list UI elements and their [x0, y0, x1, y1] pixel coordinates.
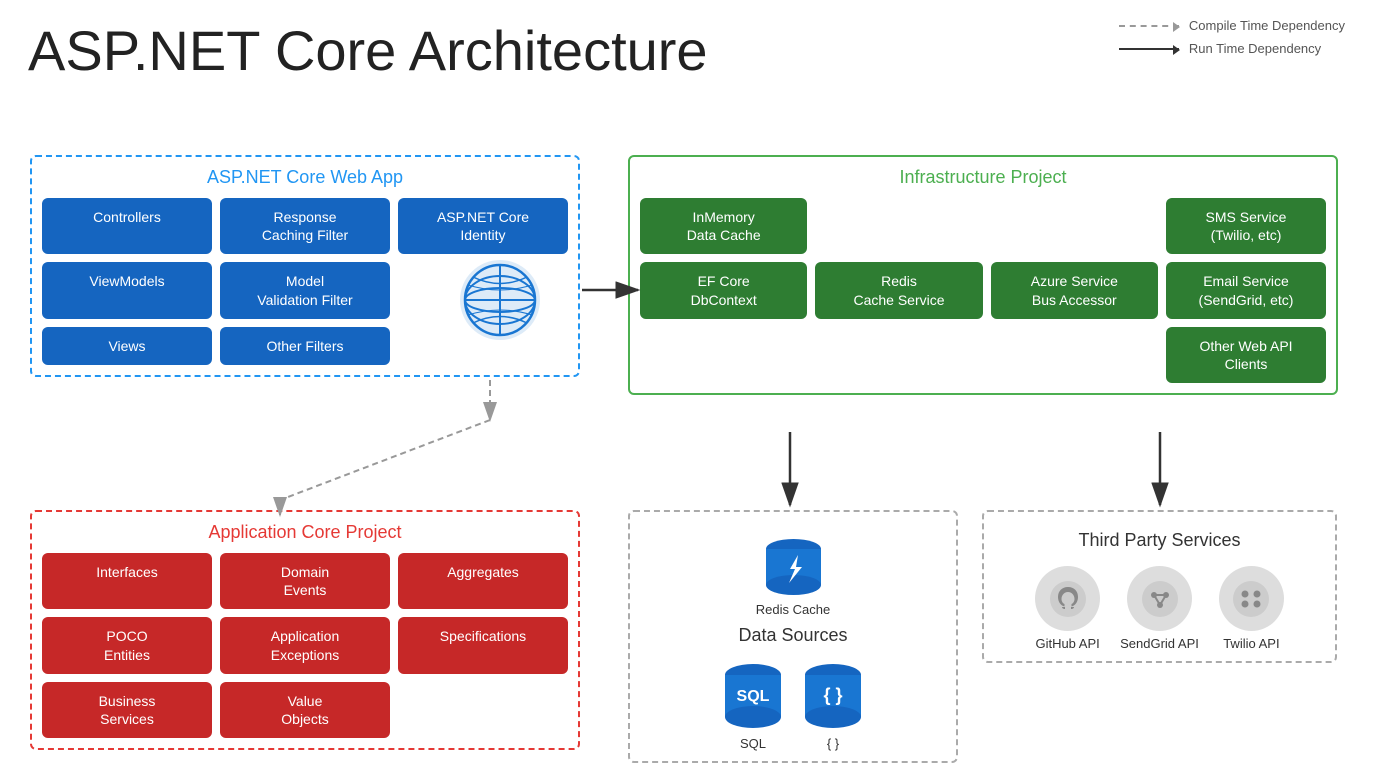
domain-events-box: DomainEvents: [220, 553, 390, 609]
twilio-icon: [1219, 566, 1284, 631]
other-filters-box: Other Filters: [220, 327, 390, 365]
twilio-label: Twilio API: [1223, 636, 1279, 651]
business-services-box: BusinessServices: [42, 682, 212, 738]
datasources-section: Redis Cache Data Sources SQL SQL { } { }: [628, 510, 958, 763]
appcore-section-label: Application Core Project: [42, 522, 568, 543]
views-box: Views: [42, 327, 212, 365]
infra-right: SMS Service(Twilio, etc) Email Service(S…: [1166, 198, 1326, 383]
github-label: GitHub API: [1035, 636, 1099, 651]
sendgrid-icon: [1127, 566, 1192, 631]
thirdparty-section: Third Party Services GitHub API: [982, 510, 1337, 663]
redis-label: Redis Cache: [756, 602, 830, 617]
datasources-label: Data Sources: [640, 625, 946, 646]
infra-section-label: Infrastructure Project: [640, 167, 1326, 188]
page-title: ASP.NET Core Architecture: [28, 18, 708, 83]
sendgrid-item: SendGrid API: [1120, 566, 1199, 651]
other-webapi-box: Other Web APIClients: [1166, 327, 1326, 383]
infra-bottom-row: EF CoreDbContext RedisCache Service Azur…: [640, 262, 1158, 318]
aspnet-globe-area: [455, 255, 545, 350]
app-exceptions-box: ApplicationExceptions: [220, 617, 390, 673]
inmemory-cache-box: InMemoryData Cache: [640, 198, 807, 254]
datasource-icons: SQL SQL { } { }: [640, 661, 946, 751]
redis-icon-area: Redis Cache: [640, 537, 946, 617]
github-icon: [1035, 566, 1100, 631]
sendgrid-label: SendGrid API: [1120, 636, 1199, 651]
aggregates-box: Aggregates: [398, 553, 568, 609]
solid-arrow-icon: [1119, 48, 1179, 50]
json-label: { }: [827, 736, 839, 751]
thirdparty-icons: GitHub API SendGrid API: [994, 566, 1325, 651]
json-db-item: { } { }: [803, 661, 863, 751]
github-item: GitHub API: [1035, 566, 1100, 651]
specifications-box: Specifications: [398, 617, 568, 673]
sql-cylinder-icon: SQL: [723, 661, 783, 731]
efcore-box: EF CoreDbContext: [640, 262, 807, 318]
json-cylinder-icon: { }: [803, 661, 863, 731]
controllers-box: Controllers: [42, 198, 212, 254]
aspnet-identity-box: ASP.NET CoreIdentity: [398, 198, 568, 254]
appcore-section: Application Core Project Interfaces Doma…: [30, 510, 580, 750]
infra-left: InMemoryData Cache EF CoreDbContext Redi…: [640, 198, 1158, 383]
runtime-label: Run Time Dependency: [1189, 41, 1321, 56]
dashed-arrow-icon: [1119, 25, 1179, 27]
runtime-legend-item: Run Time Dependency: [1119, 41, 1345, 56]
svg-text:{ }: { }: [823, 685, 842, 705]
infra-top-row: InMemoryData Cache: [640, 198, 1158, 254]
azure-service-bus-box: Azure ServiceBus Accessor: [991, 262, 1158, 318]
email-service-box: Email Service(SendGrid, etc): [1166, 262, 1326, 318]
value-objects-box: ValueObjects: [220, 682, 390, 738]
compile-label: Compile Time Dependency: [1189, 18, 1345, 33]
aspnet-globe-icon: [455, 255, 545, 345]
svg-text:SQL: SQL: [737, 688, 770, 705]
infra-layout: InMemoryData Cache EF CoreDbContext Redi…: [640, 198, 1326, 383]
infra-section: Infrastructure Project InMemoryData Cach…: [628, 155, 1338, 395]
sms-service-box: SMS Service(Twilio, etc): [1166, 198, 1326, 254]
viewmodels-box: ViewModels: [42, 262, 212, 318]
thirdparty-label: Third Party Services: [994, 530, 1325, 551]
response-caching-box: ResponseCaching Filter: [220, 198, 390, 254]
compile-legend-item: Compile Time Dependency: [1119, 18, 1345, 33]
legend: Compile Time Dependency Run Time Depende…: [1119, 18, 1345, 56]
sql-db-item: SQL SQL: [723, 661, 783, 751]
appcore-box-grid: Interfaces DomainEvents Aggregates POCOE…: [42, 553, 568, 738]
redis-cache-service-box: RedisCache Service: [815, 262, 982, 318]
aspnet-section-label: ASP.NET Core Web App: [42, 167, 568, 188]
interfaces-box: Interfaces: [42, 553, 212, 609]
redis-cylinder-icon: [766, 537, 821, 597]
sql-label: SQL: [740, 736, 766, 751]
poco-entities-box: POCOEntities: [42, 617, 212, 673]
twilio-item: Twilio API: [1219, 566, 1284, 651]
model-validation-box: ModelValidation Filter: [220, 262, 390, 318]
